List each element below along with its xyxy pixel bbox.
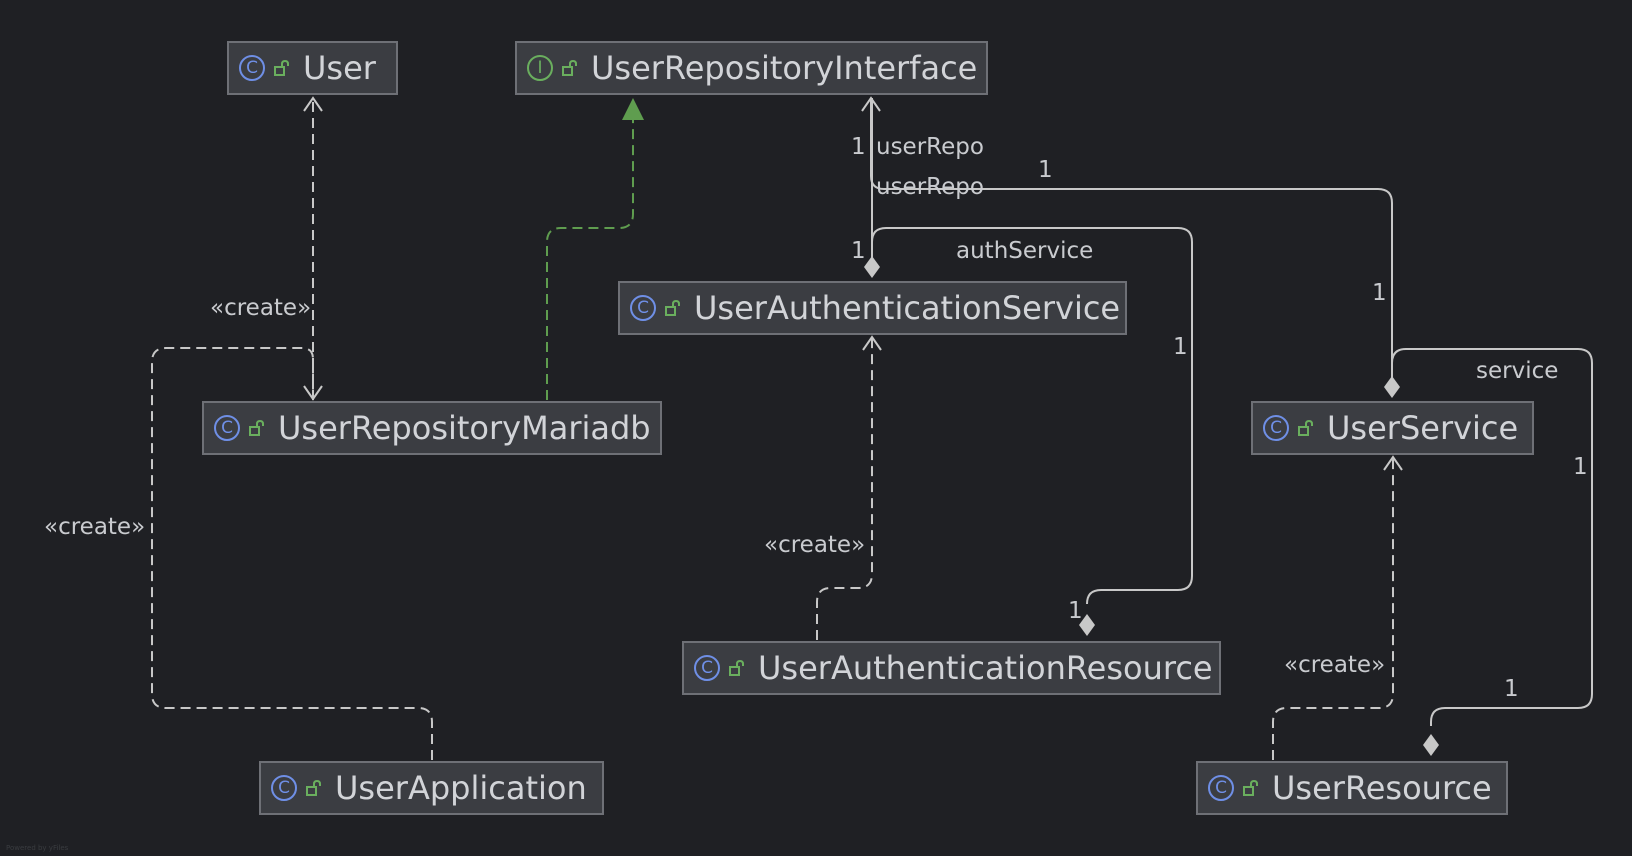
dependency-edge-authresource-authservice	[816, 338, 873, 640]
edge-label-userrepo: userRepo	[876, 174, 984, 200]
class-name: UserService	[1327, 409, 1519, 447]
class-name: UserRepositoryMariadb	[278, 409, 651, 447]
class-name: UserApplication	[335, 769, 587, 807]
public-lock-icon	[306, 780, 322, 796]
class-icon: C	[214, 415, 240, 441]
class-node-user-service[interactable]: C UserService	[1251, 401, 1534, 455]
dependency-edge-userresource-userservice	[1272, 458, 1394, 760]
multiplicity-label: 1	[1504, 676, 1519, 702]
edge-label-service: service	[1476, 358, 1559, 384]
class-node-user-authentication-resource[interactable]: C UserAuthenticationResource	[682, 641, 1221, 695]
class-node-user-repository-mariadb[interactable]: C UserRepositoryMariadb	[202, 401, 662, 455]
public-lock-icon	[665, 300, 681, 316]
multiplicity-label: 1	[1372, 280, 1387, 306]
interface-name: UserRepositoryInterface	[591, 49, 978, 87]
public-lock-icon	[274, 60, 290, 76]
multiplicity-label: 1	[851, 238, 866, 264]
class-node-user[interactable]: C User	[227, 41, 398, 95]
class-icon: C	[239, 55, 265, 81]
edge-label-create: «create»	[764, 532, 866, 558]
class-icon: C	[1263, 415, 1289, 441]
class-node-user-authentication-service[interactable]: C UserAuthenticationService	[618, 281, 1127, 335]
class-name: User	[303, 49, 376, 87]
footer-credit: Powered by yFiles	[6, 844, 69, 852]
class-node-user-application[interactable]: C UserApplication	[259, 761, 604, 815]
public-lock-icon	[562, 60, 578, 76]
class-name: UserResource	[1272, 769, 1492, 807]
class-icon: C	[271, 775, 297, 801]
realization-edge-mariadb-interface	[546, 118, 634, 400]
class-name: UserAuthenticationService	[694, 289, 1121, 327]
edge-label-create: «create»	[44, 514, 146, 540]
arrowhead-filled-triangle	[622, 98, 644, 120]
interface-node-user-repository-interface[interactable]: I UserRepositoryInterface	[515, 41, 988, 95]
public-lock-icon	[1243, 780, 1259, 796]
class-node-user-resource[interactable]: C UserResource	[1196, 761, 1508, 815]
public-lock-icon	[249, 420, 265, 436]
composition-diamond	[1384, 376, 1400, 398]
class-icon: C	[630, 295, 656, 321]
public-lock-icon	[1298, 420, 1314, 436]
class-icon: C	[1208, 775, 1234, 801]
public-lock-icon	[729, 660, 745, 676]
edge-label-create: «create»	[210, 295, 312, 321]
multiplicity-label: 1	[1038, 157, 1053, 183]
edge-label-authservice: authService	[956, 238, 1094, 264]
multiplicity-label: 1	[851, 134, 866, 160]
composition-diamond	[864, 256, 880, 278]
class-name: UserAuthenticationResource	[758, 649, 1213, 687]
composition-diamond	[1423, 734, 1439, 756]
class-icon: C	[694, 655, 720, 681]
edge-label-create: «create»	[1284, 652, 1386, 678]
multiplicity-label: 1	[1573, 454, 1588, 480]
edge-label-userrepo: userRepo	[876, 134, 984, 160]
multiplicity-label: 1	[1068, 598, 1083, 624]
multiplicity-label: 1	[1173, 334, 1188, 360]
interface-icon: I	[527, 55, 553, 81]
